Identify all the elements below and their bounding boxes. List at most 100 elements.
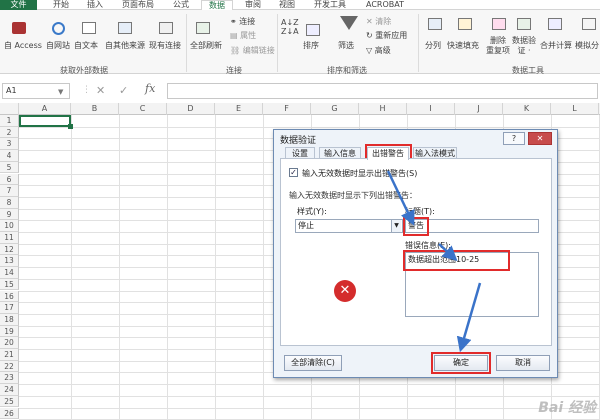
text-to-columns-button[interactable]: 分列 bbox=[425, 41, 441, 51]
tab-formulas[interactable]: 公式 bbox=[166, 0, 196, 10]
tab-developer[interactable]: 开发工具 bbox=[308, 0, 352, 10]
tab-review[interactable]: 审阅 bbox=[238, 0, 268, 10]
connections-button[interactable]: ⚭ 连接 bbox=[230, 17, 255, 27]
flash-fill-button[interactable]: 快速填充 bbox=[447, 41, 479, 51]
column-header-l[interactable]: L bbox=[551, 103, 599, 115]
row-header-18[interactable]: 18 bbox=[0, 314, 19, 326]
dialog-body: ✓ 输入无效数据时显示出错警告(S) 输入无效数据时显示下列出错警告： 样式(Y… bbox=[280, 158, 552, 346]
row-header-12[interactable]: 12 bbox=[0, 244, 19, 256]
column-header-e[interactable]: E bbox=[215, 103, 263, 115]
advanced-button[interactable]: ▽ 高级 bbox=[366, 46, 391, 56]
help-button[interactable]: ? bbox=[503, 132, 525, 145]
column-header-j[interactable]: J bbox=[455, 103, 503, 115]
properties-button[interactable]: ▤ 属性 bbox=[230, 31, 256, 41]
tab-page-layout[interactable]: 页面布局 bbox=[114, 0, 162, 10]
data-validation-button[interactable]: 数据验 证 · bbox=[512, 36, 536, 56]
row-header-26[interactable]: 26 bbox=[0, 408, 19, 420]
row-header-21[interactable]: 21 bbox=[0, 349, 19, 361]
sort-label: 排序 bbox=[303, 41, 319, 50]
row-header-1[interactable]: 1 bbox=[0, 115, 19, 127]
filter-label: 筛选 bbox=[338, 41, 354, 50]
row-header-10[interactable]: 10 bbox=[0, 220, 19, 232]
row-header-23[interactable]: 23 bbox=[0, 372, 19, 384]
cancel-button[interactable]: 取消 bbox=[496, 355, 550, 371]
existing-label: 现有连接 bbox=[149, 41, 181, 50]
row-header-19[interactable]: 19 bbox=[0, 326, 19, 338]
column-header-i[interactable]: I bbox=[407, 103, 455, 115]
group-label-external: 获取外部数据 bbox=[60, 65, 108, 76]
filter-button[interactable]: 筛选 bbox=[338, 41, 354, 51]
show-error-checkbox[interactable]: ✓ bbox=[289, 168, 298, 177]
split-label: 分列 bbox=[425, 41, 441, 50]
clear-all-button[interactable]: 全部清除(C) bbox=[284, 355, 342, 371]
reapply-button[interactable]: ↻ 重新应用 bbox=[366, 31, 407, 41]
row-header-4[interactable]: 4 bbox=[0, 150, 19, 162]
row-header-7[interactable]: 7 bbox=[0, 185, 19, 197]
sort-az-button[interactable]: A↓ZZ↓A bbox=[281, 18, 299, 36]
selected-cell-a1[interactable] bbox=[19, 115, 71, 127]
row-header-22[interactable]: 22 bbox=[0, 361, 19, 373]
row-header-5[interactable]: 5 bbox=[0, 162, 19, 174]
show-error-label: 输入无效数据时显示出错警告(S) bbox=[302, 168, 417, 179]
ribbon-tab-bar: 文件 开始 插入 页面布局 公式 数据 审阅 视图 开发工具 ACROBAT bbox=[0, 0, 600, 10]
clear-label: 清除 bbox=[375, 17, 391, 26]
row-header-14[interactable]: 14 bbox=[0, 267, 19, 279]
remove-duplicates-button[interactable]: 删除 重复项 bbox=[486, 36, 510, 56]
data-validation-icon bbox=[517, 18, 531, 30]
annotation-box-message bbox=[403, 250, 510, 271]
row-header-25[interactable]: 25 bbox=[0, 396, 19, 408]
existing-connections-button[interactable]: 现有连接 bbox=[149, 41, 181, 51]
refresh-all-button[interactable]: 全部刷新 bbox=[190, 41, 222, 51]
text-file-icon bbox=[82, 22, 96, 34]
close-button[interactable]: ✕ bbox=[528, 132, 552, 145]
tab-insert[interactable]: 插入 bbox=[80, 0, 110, 10]
row-header-9[interactable]: 9 bbox=[0, 209, 19, 221]
sort-button[interactable]: 排序 bbox=[303, 41, 319, 51]
clear-button[interactable]: ✕ 清除 bbox=[366, 17, 391, 27]
tab-home[interactable]: 开始 bbox=[44, 0, 78, 10]
connection-icon bbox=[159, 22, 173, 34]
from-access-label: 自 Access bbox=[4, 41, 42, 50]
function-icon[interactable]: fx bbox=[145, 82, 161, 98]
row-header-8[interactable]: 8 bbox=[0, 197, 19, 209]
row-header-20[interactable]: 20 bbox=[0, 337, 19, 349]
column-header-h[interactable]: H bbox=[359, 103, 407, 115]
column-header-a[interactable]: A bbox=[19, 103, 71, 115]
fill-handle[interactable] bbox=[68, 124, 73, 129]
formula-input[interactable] bbox=[167, 83, 598, 99]
from-text-button[interactable]: 自文本 bbox=[74, 41, 98, 51]
row-header-15[interactable]: 15 bbox=[0, 279, 19, 291]
row-header-13[interactable]: 13 bbox=[0, 255, 19, 267]
column-header-b[interactable]: B bbox=[71, 103, 119, 115]
select-all-corner[interactable] bbox=[0, 103, 19, 115]
column-header-c[interactable]: C bbox=[119, 103, 167, 115]
dropdown-arrow-icon[interactable]: ▼ bbox=[391, 220, 401, 232]
enter-icon[interactable]: ✓ bbox=[119, 84, 128, 97]
column-header-d[interactable]: D bbox=[167, 103, 215, 115]
consolidate-button[interactable]: 合并计算 bbox=[540, 41, 572, 51]
refresh-label: 全部刷新 bbox=[190, 41, 222, 50]
row-header-6[interactable]: 6 bbox=[0, 174, 19, 186]
row-header-24[interactable]: 24 bbox=[0, 384, 19, 396]
tab-error-alert[interactable]: 出错警告 bbox=[367, 147, 409, 160]
from-web-button[interactable]: 自网站 bbox=[46, 41, 70, 51]
edit-links-button[interactable]: ⛓ 编辑链接 bbox=[230, 46, 275, 56]
row-header-17[interactable]: 17 bbox=[0, 302, 19, 314]
style-select[interactable]: 停止 ▼ bbox=[295, 219, 403, 233]
from-access-button[interactable]: 自 Access bbox=[4, 41, 42, 51]
tab-view[interactable]: 视图 bbox=[272, 0, 302, 10]
from-other-sources-button[interactable]: 自其他来源 bbox=[105, 41, 145, 51]
tab-file[interactable]: 文件 bbox=[0, 0, 37, 10]
column-header-k[interactable]: K bbox=[503, 103, 551, 115]
tab-acrobat[interactable]: ACROBAT bbox=[360, 0, 410, 10]
row-header-16[interactable]: 16 bbox=[0, 291, 19, 303]
row-header-3[interactable]: 3 bbox=[0, 138, 19, 150]
column-header-g[interactable]: G bbox=[311, 103, 359, 115]
what-if-button[interactable]: 模拟分 bbox=[575, 41, 599, 51]
name-box-dropdown-icon[interactable]: ▼ bbox=[58, 88, 63, 96]
column-header-f[interactable]: F bbox=[263, 103, 311, 115]
row-header-2[interactable]: 2 bbox=[0, 127, 19, 139]
row-header-11[interactable]: 11 bbox=[0, 232, 19, 244]
cancel-icon[interactable]: ✕ bbox=[96, 84, 105, 97]
row-gridline bbox=[19, 384, 600, 385]
